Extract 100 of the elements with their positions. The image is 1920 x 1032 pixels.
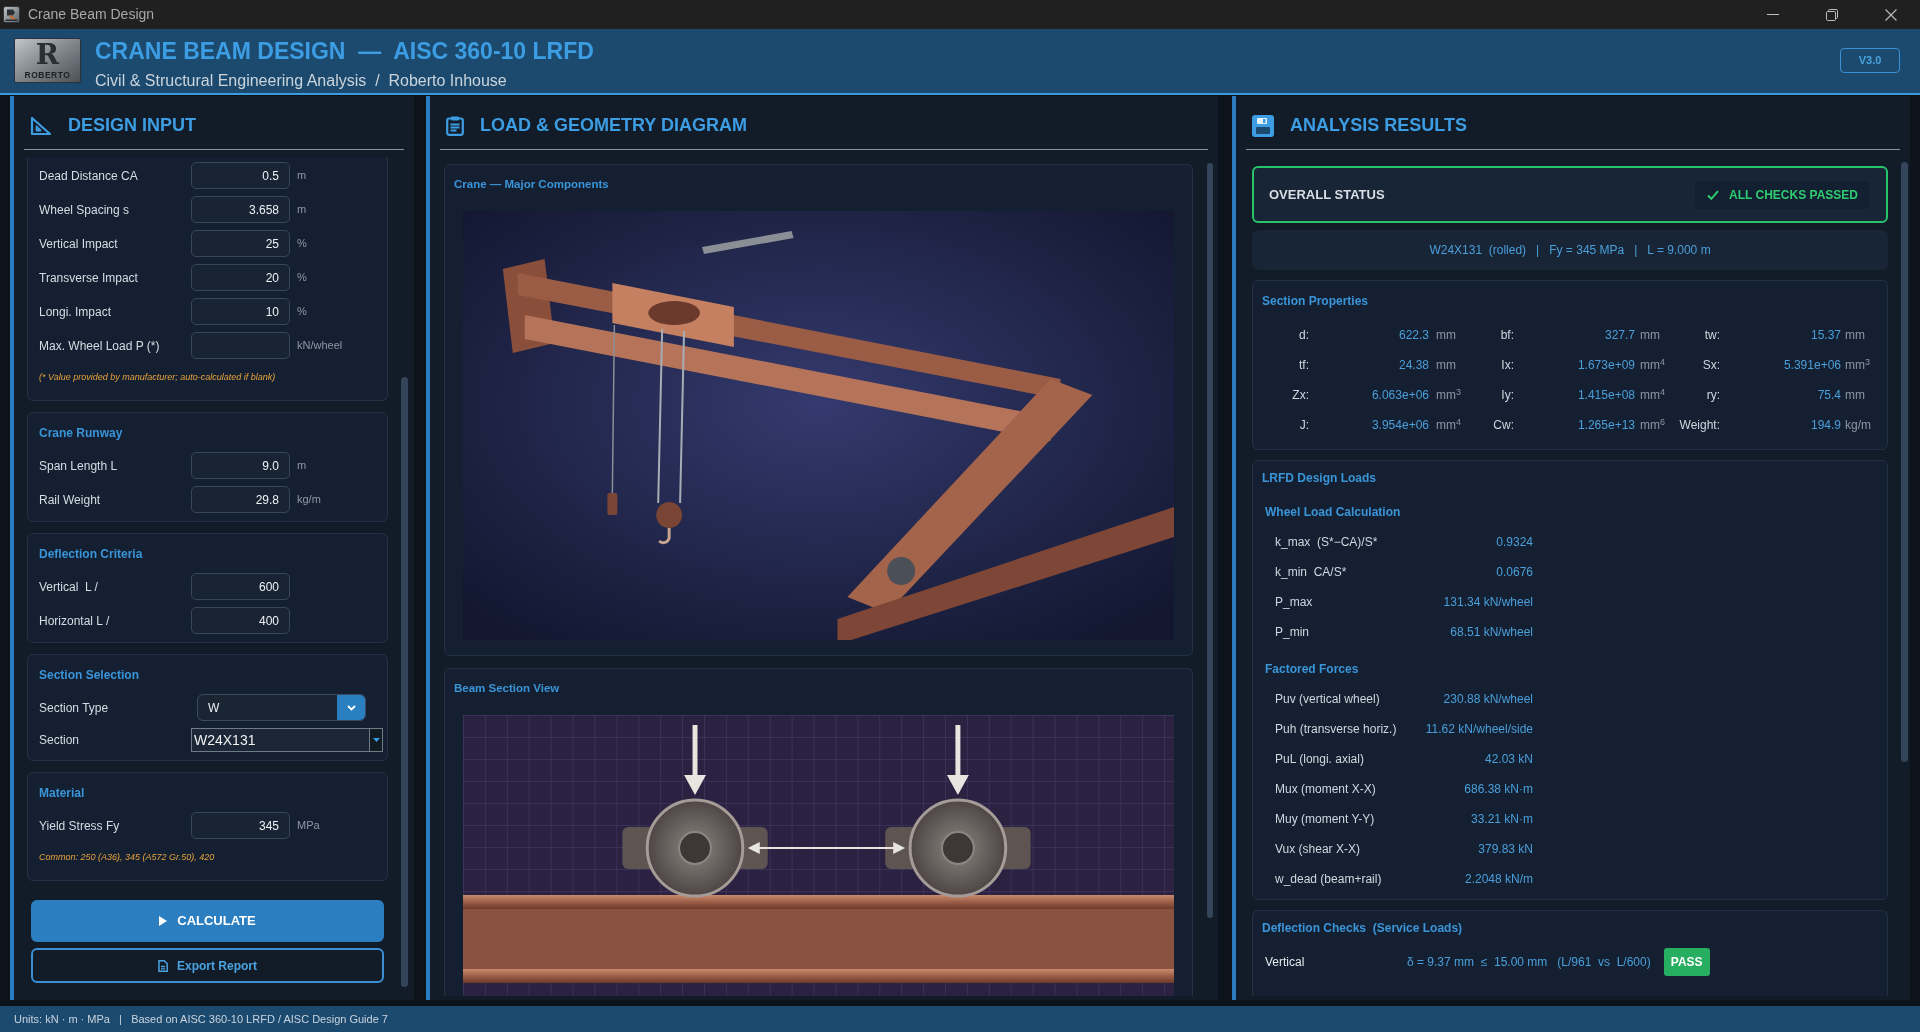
property-label: J: (1299, 417, 1309, 434)
field-label: Section Type (39, 699, 109, 717)
load-value: 131.34 kN/wheel (1443, 594, 1533, 611)
property-label: Ix: (1501, 357, 1514, 374)
unit-label: mm$^{4}$ (1640, 386, 1665, 404)
field-label: Longi. Impact (39, 303, 112, 321)
unit-label: kg/m (297, 492, 321, 508)
unit-label: kg/m (1845, 417, 1871, 434)
property-value: 327.7 (1604, 327, 1635, 344)
status-bar: Units: kN · m · MPa | Based on AISC 360-10 LRFD / AISC Design Guide 7 (0, 1006, 1920, 1032)
dropdown[interactable]: W (197, 694, 366, 721)
scrollbar-thumb[interactable] (401, 377, 408, 987)
load-value: 2.2048 kN/m (1464, 871, 1533, 888)
restore-icon[interactable] (1825, 8, 1838, 21)
card-title: LRFD Design Loads (1262, 470, 1376, 486)
input-field[interactable] (191, 332, 290, 359)
property-value: 622.3 (1398, 327, 1429, 344)
unit-label: mm (1845, 327, 1865, 344)
field-label: Horizontal L / (39, 612, 110, 630)
status-label: OVERALL STATUS (1269, 185, 1385, 204)
close-icon[interactable] (1884, 8, 1897, 21)
panel-title: ANALYSIS RESULTS (1290, 114, 1468, 137)
check-label: Vertical (1265, 954, 1305, 971)
card-title: Crane — Major Components (454, 177, 609, 192)
property-label: tw: (1704, 327, 1720, 344)
group-title: Section Selection (39, 667, 140, 683)
input-field[interactable]: 600 (191, 573, 290, 600)
check-icon (1707, 189, 1720, 200)
input-field[interactable]: 29.8 (191, 486, 290, 513)
load-label: k_min CA/S* (1275, 564, 1347, 581)
input-field[interactable]: 20 (191, 264, 290, 291)
input-field[interactable]: 0.5 (191, 162, 290, 189)
load-value: 379.83 kN (1478, 841, 1533, 858)
load-value: 33.21 kN·m (1470, 811, 1533, 828)
property-label: Zx: (1292, 387, 1309, 404)
load-label: Puh (transverse horiz.) (1275, 721, 1397, 738)
property-label: ry: (1706, 387, 1720, 404)
load-label: k_max (S*−CA)/S* (1275, 534, 1378, 551)
unit-label: mm (1845, 387, 1865, 404)
panel-title: DESIGN INPUT (68, 114, 196, 137)
load-value: 42.03 kN (1484, 751, 1533, 768)
input-field[interactable]: 345 (191, 812, 290, 839)
input-field[interactable]: 10 (191, 298, 290, 325)
unit-label: MPa (297, 818, 320, 834)
load-label: Muy (moment Y-Y) (1275, 811, 1375, 828)
calculate-button[interactable]: CALCULATE (31, 900, 384, 942)
property-label: tf: (1299, 357, 1309, 374)
unit-label: mm$^{3}$ (1436, 386, 1461, 404)
unit-label: mm$^{4}$ (1436, 416, 1461, 434)
document-icon (158, 959, 168, 972)
property-value: 194.9 (1810, 417, 1841, 434)
property-label: bf: (1500, 327, 1514, 344)
property-value: 75.4 (1817, 387, 1841, 404)
clipboard-icon (446, 115, 464, 136)
field-label: Transverse Impact (39, 269, 138, 287)
input-field[interactable]: 400 (191, 607, 290, 634)
property-label: Iy: (1501, 387, 1514, 404)
load-label: Puv (vertical wheel) (1275, 691, 1380, 708)
property-value: 6.063e+06 (1371, 387, 1429, 404)
hint-note: Common: 250 (A36), 345 (A572 Gr.50), 420 (39, 851, 215, 863)
input-field[interactable]: 3.658 (191, 196, 290, 223)
input-field[interactable]: 9.0 (191, 452, 290, 479)
group-title: Crane Runway (39, 425, 123, 441)
card-title: Section Properties (1262, 293, 1369, 309)
unit-label: % (297, 236, 307, 252)
field-label: Yield Stress Fy (39, 817, 120, 835)
unit-label: kN/wheel (297, 338, 343, 354)
field-label: Wheel Spacing s (39, 201, 130, 219)
scrollbar-thumb[interactable] (1901, 162, 1908, 762)
unit-label: mm (1640, 327, 1660, 344)
property-label: Cw: (1493, 417, 1514, 434)
group-title: Material (39, 785, 85, 801)
load-value: 68.51 kN/wheel (1450, 624, 1533, 641)
load-label: P_min (1275, 624, 1309, 641)
section-summary: W24X131 (rolled) | Fy = 345 MPa | L = 9.000 m (1252, 230, 1888, 270)
field-label: Span Length L (39, 457, 118, 475)
load-label: Vux (shear X-X) (1275, 841, 1360, 858)
combobox[interactable]: W24X131 (191, 728, 383, 752)
field-label: Max. Wheel Load P (*) (39, 337, 160, 355)
play-icon (159, 916, 168, 926)
property-value: 24.38 (1398, 357, 1429, 374)
unit-label: mm (1436, 327, 1456, 344)
load-value: 686.38 kN·m (1464, 781, 1533, 798)
minimize-icon[interactable] (1766, 14, 1779, 15)
load-label: w_dead (beam+rail) (1275, 871, 1382, 888)
load-value: 11.62 kN/wheel/side (1425, 721, 1533, 738)
load-label: Mux (moment X-X) (1275, 781, 1376, 798)
property-value: 15.37 (1810, 327, 1841, 344)
property-value: 1.673e+09 (1577, 357, 1635, 374)
field-label: Rail Weight (39, 491, 101, 509)
property-value: 5.391e+06 (1783, 357, 1841, 374)
subsection-title: Wheel Load Calculation (1265, 504, 1401, 520)
export-button[interactable]: Export Report (31, 948, 384, 983)
load-label: P_max (1275, 594, 1313, 611)
property-value: 1.415e+08 (1577, 387, 1635, 404)
unit-label: m (297, 458, 307, 474)
version-badge: V3.0 (1840, 48, 1900, 73)
scrollbar-thumb[interactable] (1207, 163, 1213, 918)
input-field[interactable]: 25 (191, 230, 290, 257)
property-label: d: (1299, 327, 1309, 344)
